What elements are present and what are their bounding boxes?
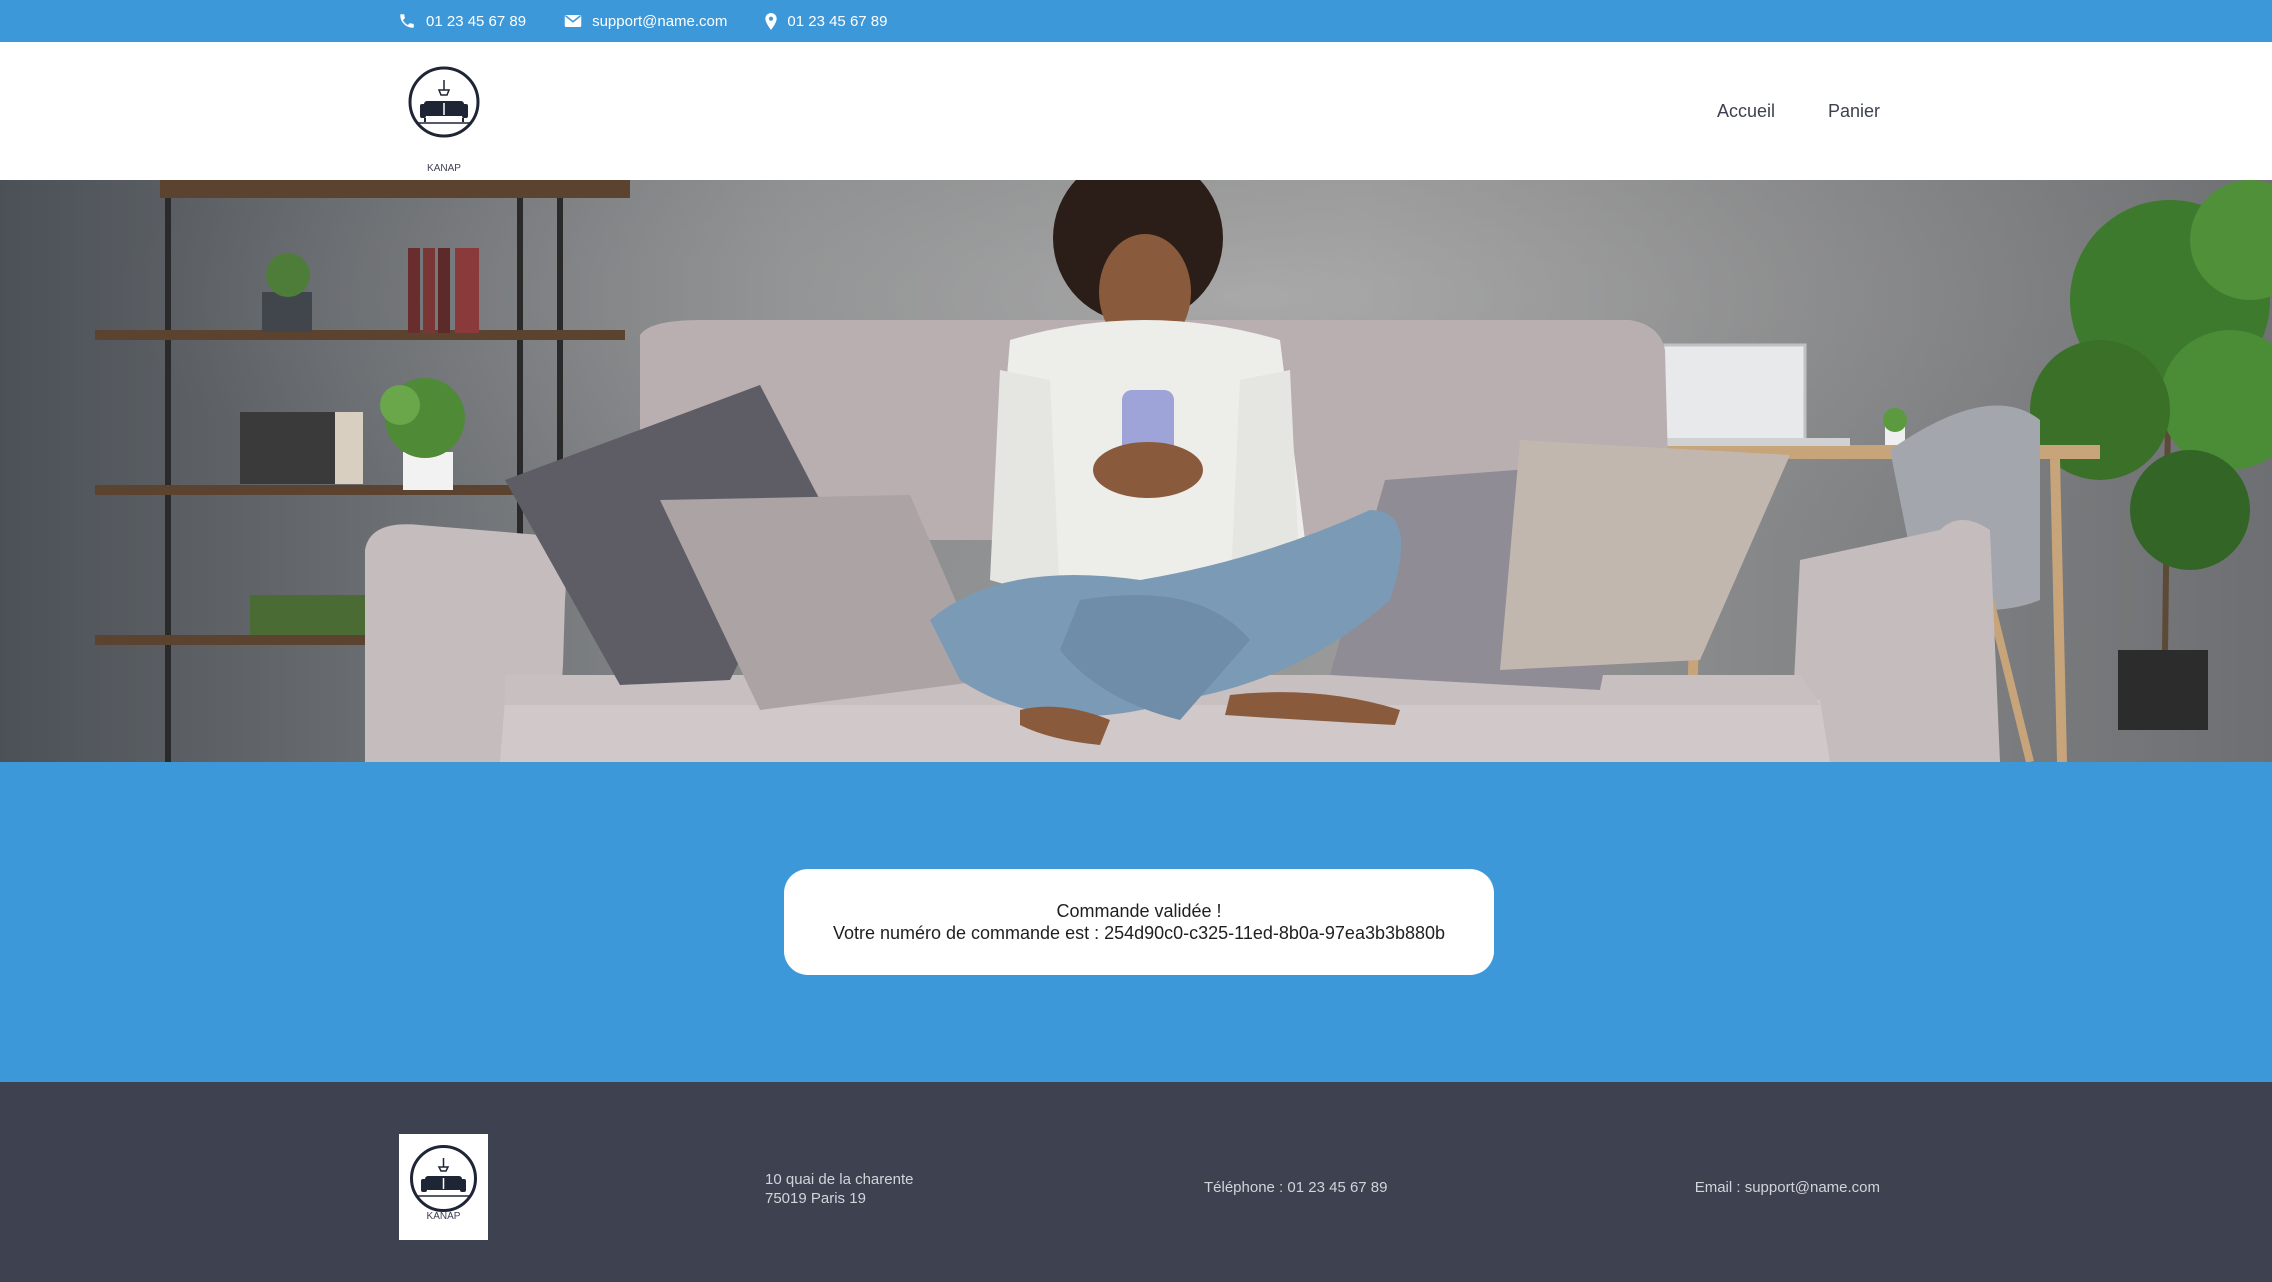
footer-address-line1: 10 quai de la charente xyxy=(765,1171,914,1188)
nav-link-home[interactable]: Accueil xyxy=(1717,101,1775,122)
logo-text: KANAP xyxy=(427,163,461,174)
top-contact-bar: 01 23 45 67 89 support@name.com 01 23 45… xyxy=(0,0,2272,42)
kanap-logo[interactable]: KANAP xyxy=(408,66,480,174)
confirmation-box: Commande validée ! Votre numéro de comma… xyxy=(784,869,1494,975)
footer-phone: Téléphone : 01 23 45 67 89 xyxy=(1204,1179,1388,1196)
living-room-photo xyxy=(0,180,2272,762)
site-footer: KANAP 10 quai de la charente 75019 Paris… xyxy=(0,1082,2272,1282)
contact-email: support@name.com xyxy=(564,13,727,30)
order-number-text: Votre numéro de commande est : 254d90c0-… xyxy=(832,923,1446,943)
sofa-logo-icon xyxy=(408,66,480,138)
confirmation-title: Commande validée ! xyxy=(1056,901,1222,921)
footer-address: 10 quai de la charente 75019 Paris 19 xyxy=(765,1170,913,1208)
main-nav: Accueil Panier xyxy=(1717,42,1880,180)
envelope-icon xyxy=(564,15,582,27)
map-pin-icon xyxy=(765,12,778,30)
sofa-logo-icon xyxy=(410,1145,477,1212)
site-header: KANAP Accueil Panier xyxy=(0,42,2272,180)
footer-logo-text: KANAP xyxy=(426,1211,461,1222)
hero-banner-image xyxy=(0,180,2272,762)
footer-email[interactable]: Email : support@name.com xyxy=(1695,1179,1880,1196)
phone-icon xyxy=(400,14,414,28)
contact-phone: 01 23 45 67 89 xyxy=(398,12,526,30)
footer-address-line2: 75019 Paris 19 xyxy=(765,1190,866,1207)
contact-location-text: 01 23 45 67 89 xyxy=(787,12,888,30)
footer-logo: KANAP xyxy=(399,1134,488,1240)
contact-phone-text: 01 23 45 67 89 xyxy=(426,12,527,30)
nav-link-cart[interactable]: Panier xyxy=(1828,101,1880,122)
contact-location: 01 23 45 67 89 xyxy=(765,12,888,30)
confirmation-section: Commande validée ! Votre numéro de comma… xyxy=(0,762,2272,1082)
contact-email-text: support@name.com xyxy=(592,12,728,30)
contact-info: 01 23 45 67 89 support@name.com 01 23 45… xyxy=(398,0,887,42)
